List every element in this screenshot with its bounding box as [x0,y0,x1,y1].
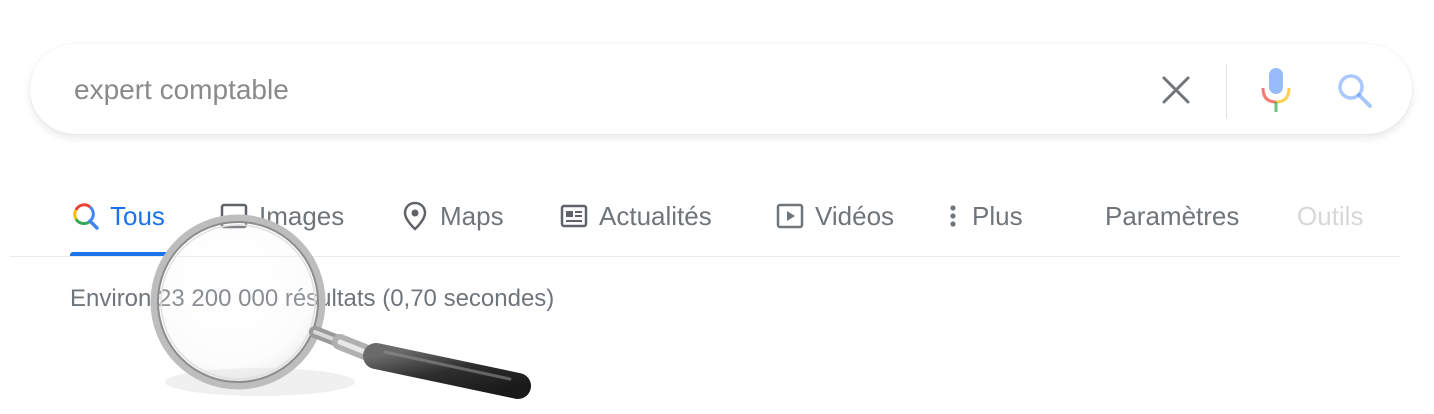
magnifying-glass-icon [150,214,531,399]
tab-news[interactable]: Actualités [559,196,712,236]
tools-label: Outils [1297,200,1364,231]
settings-link[interactable]: Paramètres [1105,196,1239,236]
voice-search-button[interactable] [1256,66,1296,114]
search-icon [73,203,99,230]
tab-more[interactable]: Plus [946,196,1023,236]
search-results-page: Tous Images Maps Actualités [0,0,1434,414]
search-icon [1338,74,1372,108]
microphone-icon [1261,68,1291,112]
close-icon [1162,76,1190,104]
tab-label: Actualités [599,200,712,231]
settings-label: Paramètres [1105,200,1240,231]
search-bar [30,44,1412,134]
search-button[interactable] [1334,70,1374,110]
search-bar-divider [1226,64,1227,118]
tab-label: Vidéos [815,200,895,231]
play-icon [776,203,804,229]
tab-label: Plus [972,200,1023,231]
tools-link[interactable]: Outils [1297,196,1363,236]
more-vert-icon [950,205,956,227]
news-icon [560,204,588,228]
search-input[interactable] [72,70,1126,110]
tab-videos[interactable]: Vidéos [775,196,894,236]
clear-button[interactable] [1156,70,1196,110]
